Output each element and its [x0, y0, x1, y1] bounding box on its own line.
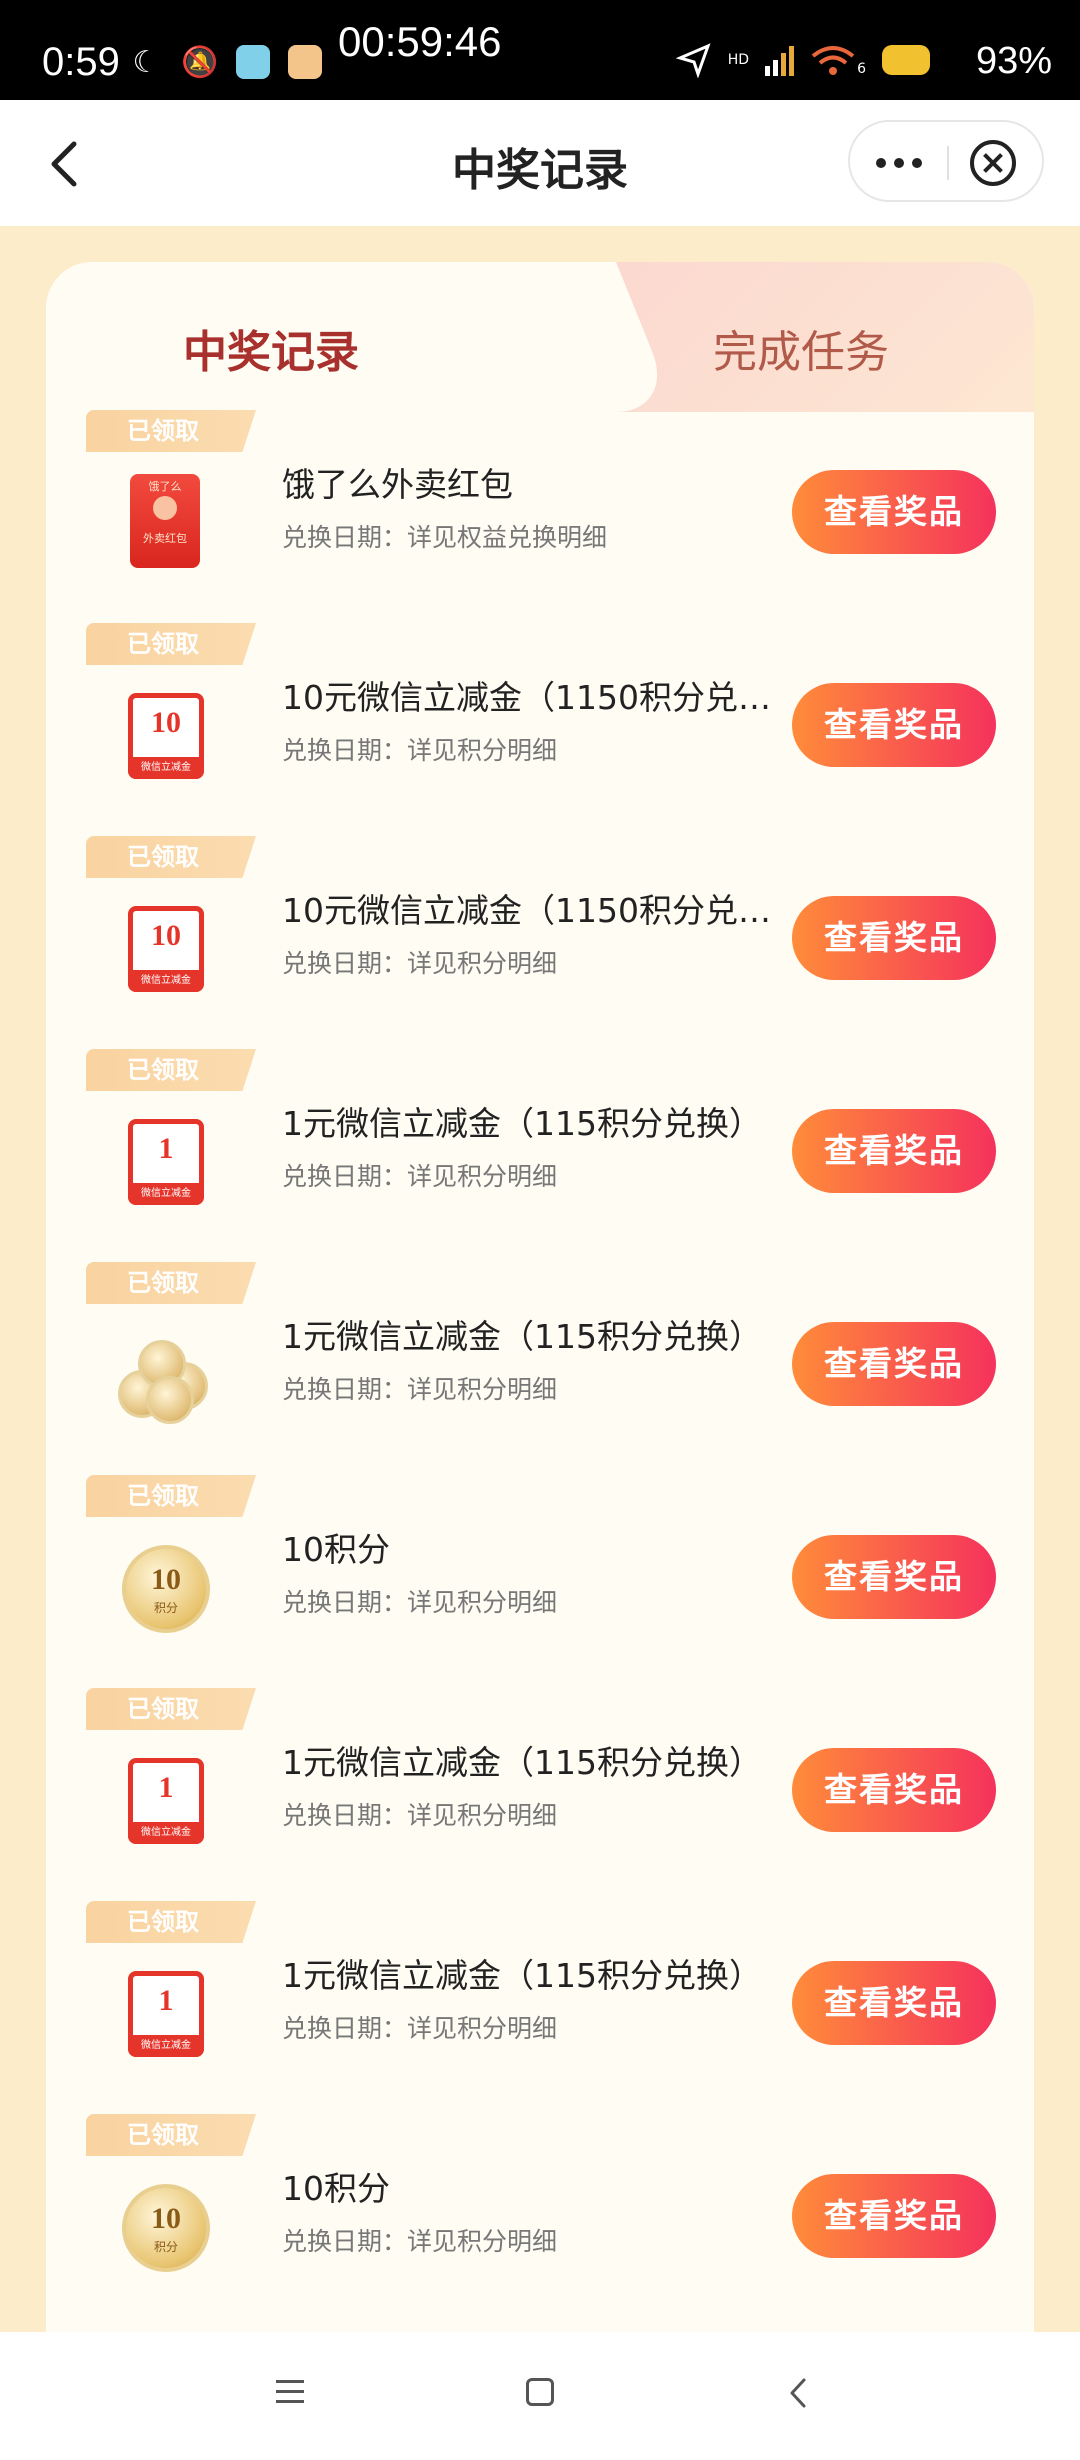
redeem-date: 兑换日期：详见积分明细 — [282, 1801, 558, 1830]
view-prize-button[interactable]: 查看奖品 — [792, 470, 996, 554]
list-item: 已领取 1 微信立减金 1元微信立减金（115积分兑换） 兑换日期：详见积分明细 … — [46, 1688, 1034, 1901]
prize-title: 10元微信立减金（1150积分兑… — [282, 678, 771, 717]
list-item: 已领取 10 微信立减金 10元微信立减金（1150积分兑… 兑换日期：详见积分明… — [46, 836, 1034, 1049]
back-icon[interactable] — [784, 2376, 814, 2410]
more-icon — [876, 158, 886, 168]
red-envelope-icon: 饿了么 外卖红包 — [116, 474, 216, 574]
status-badge: 已领取 — [86, 1688, 256, 1730]
prize-list: 已领取 饿了么 外卖红包 饿了么外卖红包 兑换日期：详见权益兑换明细 查看奖品 已… — [46, 410, 1034, 2327]
battery-percent: 93% — [975, 40, 1052, 82]
redeem-date: 兑换日期：详见权益兑换明细 — [282, 523, 608, 552]
list-item: 已领取 饿了么 外卖红包 饿了么外卖红包 兑换日期：详见权益兑换明细 查看奖品 — [46, 410, 1034, 623]
prize-title: 1元微信立减金（115积分兑换） — [282, 1104, 762, 1143]
status-bar: 0:59 ☾ 🔕 00:59:46 HD 6 93% — [0, 0, 1080, 100]
battery-icon — [882, 45, 930, 75]
status-icons: ☾ 🔕 — [128, 44, 322, 80]
redeem-date: 兑换日期：详见积分明细 — [282, 1162, 558, 1191]
prize-title: 1元微信立减金（115积分兑换） — [282, 1743, 762, 1782]
points-coin-icon: 10 积分 — [116, 1539, 216, 1639]
prize-title: 10积分 — [282, 2169, 390, 2208]
points-coin-icon: 10 积分 — [116, 2178, 216, 2278]
wifi-icon — [811, 46, 855, 75]
mute-icon: 🔕 — [181, 44, 219, 80]
redeem-date: 兑换日期：详见积分明细 — [282, 2014, 558, 2043]
prize-title: 1元微信立减金（115积分兑换） — [282, 1317, 762, 1356]
view-prize-button[interactable]: 查看奖品 — [792, 1109, 996, 1193]
more-button[interactable] — [850, 122, 948, 204]
status-right-icons: HD 6 — [675, 42, 930, 78]
status-badge: 已领取 — [86, 410, 256, 452]
status-center-time: 00:59:46 — [338, 18, 502, 65]
home-icon[interactable] — [526, 2378, 554, 2406]
list-item: 已领取 10 微信立减金 10元微信立减金（1150积分兑… 兑换日期：详见积分明… — [46, 623, 1034, 836]
view-prize-button[interactable]: 查看奖品 — [792, 1748, 996, 1832]
status-badge: 已领取 — [86, 623, 256, 665]
nav-bar: 中奖记录 — [0, 100, 1080, 226]
status-badge: 已领取 — [86, 2114, 256, 2156]
view-prize-button[interactable]: 查看奖品 — [792, 683, 996, 767]
view-prize-button[interactable]: 查看奖品 — [792, 1322, 996, 1406]
wifi-label: 6 — [857, 61, 866, 77]
status-badge: 已领取 — [86, 1475, 256, 1517]
status-badge: 已领取 — [86, 836, 256, 878]
network-label: HD — [727, 52, 750, 68]
status-time: 0:59 — [42, 40, 120, 84]
signal-icon — [765, 46, 795, 76]
redeem-date: 兑换日期：详见积分明细 — [282, 736, 558, 765]
view-prize-button[interactable]: 查看奖品 — [792, 1961, 996, 2045]
capsule-divider — [947, 146, 949, 180]
tab-completed-tasks[interactable]: 完成任务 — [576, 316, 1026, 380]
list-item: 已领取 1 微信立减金 1元微信立减金（115积分兑换） 兑换日期：详见积分明细 … — [46, 1901, 1034, 2114]
prize-title: 1元微信立减金（115积分兑换） — [282, 1956, 762, 1995]
view-prize-button[interactable]: 查看奖品 — [792, 2174, 996, 2258]
view-prize-button[interactable]: 查看奖品 — [792, 1535, 996, 1619]
redeem-date: 兑换日期：详见积分明细 — [282, 2227, 558, 2256]
coupon-1-icon: 1 微信立减金 — [116, 1965, 216, 2065]
redeem-date: 兑换日期：详见积分明细 — [282, 1588, 558, 1617]
list-item: 已领取 1元微信立减金（115积分兑换） 兑换日期：详见积分明细 查看奖品 — [46, 1262, 1034, 1475]
tab-prize-records[interactable]: 中奖记录 — [46, 316, 496, 380]
status-badge: 已领取 — [86, 1262, 256, 1304]
redeem-date: 兑换日期：详见积分明细 — [282, 949, 558, 978]
prize-title: 饿了么外卖红包 — [282, 465, 513, 504]
coupon-1-icon: 1 微信立减金 — [116, 1113, 216, 1213]
system-nav-bar — [0, 2332, 1080, 2460]
coin-stack-icon — [116, 1326, 216, 1426]
menu-icon[interactable] — [276, 2380, 304, 2404]
mini-program-capsule — [848, 120, 1044, 202]
coupon-10-icon: 10 微信立减金 — [116, 687, 216, 787]
app-icon — [288, 45, 322, 79]
status-badge: 已领取 — [86, 1049, 256, 1091]
list-item: 已领取 10 积分 10积分 兑换日期：详见积分明细 查看奖品 — [46, 1475, 1034, 1688]
coupon-10-icon: 10 微信立减金 — [116, 900, 216, 1000]
close-button[interactable] — [970, 140, 1016, 186]
redeem-date: 兑换日期：详见积分明细 — [282, 1375, 558, 1404]
coupon-1-icon: 1 微信立减金 — [116, 1752, 216, 1852]
app-icon — [236, 45, 270, 79]
moon-icon: ☾ — [132, 44, 160, 80]
status-badge: 已领取 — [86, 1901, 256, 1943]
prize-title: 10积分 — [282, 1530, 390, 1569]
location-icon — [675, 43, 711, 78]
prize-title: 10元微信立减金（1150积分兑… — [282, 891, 771, 930]
records-card: 中奖记录 完成任务 已领取 饿了么 外卖红包 饿了么外卖红包 兑换日期：详见权益兑… — [46, 262, 1034, 2332]
list-item: 已领取 10 积分 10积分 兑换日期：详见积分明细 查看奖品 — [46, 2114, 1034, 2327]
list-item: 已领取 1 微信立减金 1元微信立减金（115积分兑换） 兑换日期：详见积分明细 … — [46, 1049, 1034, 1262]
view-prize-button[interactable]: 查看奖品 — [792, 896, 996, 980]
